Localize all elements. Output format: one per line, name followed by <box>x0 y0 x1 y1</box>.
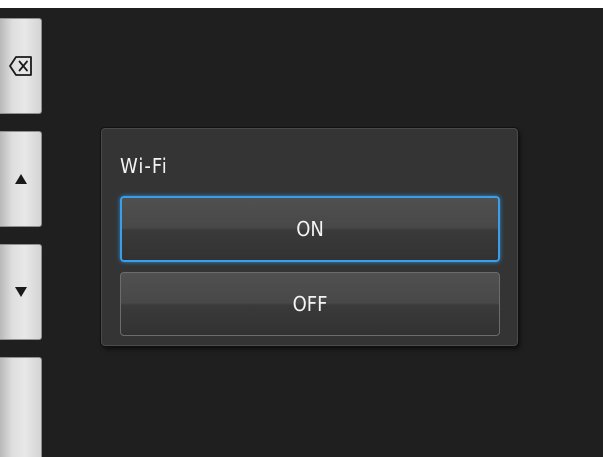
option-off-button[interactable]: OFF <box>120 272 500 336</box>
option-on-button[interactable]: ON <box>120 196 500 262</box>
backspace-icon <box>8 55 33 77</box>
wifi-dialog: Wi-Fi ON OFF <box>101 128 518 346</box>
screen: Wi-Fi ON OFF <box>0 0 608 457</box>
backspace-key[interactable] <box>0 18 42 114</box>
option-on-label: ON <box>296 217 324 241</box>
down-key[interactable] <box>0 244 42 340</box>
up-triangle-icon <box>14 173 28 185</box>
option-off-label: OFF <box>292 292 328 316</box>
blank-key[interactable] <box>0 357 42 457</box>
up-key[interactable] <box>0 131 42 227</box>
dialog-title: Wi-Fi <box>120 154 168 178</box>
down-triangle-icon <box>14 286 28 298</box>
